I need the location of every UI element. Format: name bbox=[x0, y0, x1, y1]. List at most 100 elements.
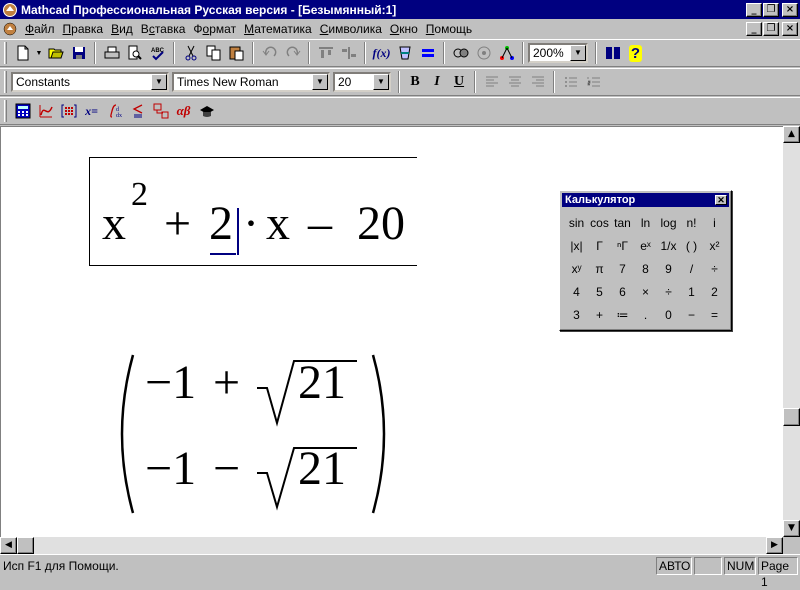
align-right-icon[interactable] bbox=[526, 71, 549, 93]
book-icon[interactable] bbox=[601, 42, 624, 64]
toolbar-grip[interactable] bbox=[4, 71, 7, 93]
numbering-icon[interactable] bbox=[582, 71, 605, 93]
palette-square[interactable]: x² bbox=[703, 234, 726, 257]
menu-edit[interactable]: Правка bbox=[59, 22, 108, 36]
coefficient[interactable]: 2 bbox=[209, 196, 233, 251]
doc-close-button[interactable]: × bbox=[782, 21, 798, 36]
open-icon[interactable] bbox=[44, 42, 67, 64]
network-icon[interactable] bbox=[495, 42, 518, 64]
math-expression[interactable]: x 2 + 2 · x – 20 bbox=[102, 158, 420, 265]
calculate-icon[interactable] bbox=[416, 42, 439, 64]
palette-close-icon[interactable]: ✕ bbox=[715, 195, 727, 205]
horizontal-scroll-thumb[interactable] bbox=[17, 537, 34, 554]
calculator-palette[interactable]: Калькулятор ✕ sin cos tan ln log n! i |x… bbox=[559, 190, 732, 331]
menu-help[interactable]: Помощь bbox=[422, 22, 476, 36]
palette-5[interactable]: 5 bbox=[588, 280, 611, 303]
result-matrix[interactable]: −1 + 21 −1 − 21 bbox=[117, 353, 389, 515]
toolbar-grip[interactable] bbox=[4, 100, 7, 122]
copy-icon[interactable] bbox=[202, 42, 225, 64]
insert-unit-icon[interactable] bbox=[393, 42, 416, 64]
calculus-palette-icon[interactable]: d dx bbox=[103, 100, 126, 122]
doc-minimize-button[interactable]: _ bbox=[746, 21, 762, 36]
document-menu-icon[interactable] bbox=[3, 22, 17, 36]
chevron-down-icon[interactable]: ▼ bbox=[312, 74, 328, 90]
scroll-up-icon[interactable]: ▲ bbox=[783, 126, 800, 143]
palette-sin[interactable]: sin bbox=[565, 211, 588, 234]
palette-imaginary[interactable]: i bbox=[703, 211, 726, 234]
scroll-right-icon[interactable]: ▶ bbox=[766, 537, 783, 554]
scroll-thumb[interactable] bbox=[783, 408, 800, 426]
palette-exp[interactable]: eˣ bbox=[634, 234, 657, 257]
new-doc-icon[interactable] bbox=[11, 42, 34, 64]
menu-view[interactable]: Вид bbox=[107, 22, 137, 36]
vertical-scrollbar[interactable]: ▲ ▼ bbox=[783, 126, 800, 537]
new-dropdown-arrow-icon[interactable]: ▼ bbox=[34, 42, 44, 64]
horizontal-scrollbar[interactable]: ◀ ▶ bbox=[0, 537, 783, 554]
toolbar-grip[interactable] bbox=[4, 42, 7, 64]
palette-cos[interactable]: cos bbox=[588, 211, 611, 234]
palette-abs[interactable]: |x| bbox=[565, 234, 588, 257]
align-left-icon[interactable] bbox=[480, 71, 503, 93]
palette-sqrt[interactable]: Γ bbox=[588, 234, 611, 257]
close-button[interactable]: × bbox=[782, 2, 798, 17]
worksheet[interactable]: x 2 + 2 · x – 20 −1 + 21 −1 − 21 bbox=[0, 126, 783, 537]
scroll-down-icon[interactable]: ▼ bbox=[783, 520, 800, 537]
restore-button[interactable]: ❐ bbox=[763, 2, 779, 17]
align-down-icon[interactable] bbox=[337, 42, 360, 64]
palette-tan[interactable]: tan bbox=[611, 211, 634, 234]
menu-symbolics[interactable]: Символика bbox=[316, 22, 386, 36]
palette-2[interactable]: 2 bbox=[703, 280, 726, 303]
palette-1[interactable]: 1 bbox=[680, 280, 703, 303]
align-top-icon[interactable] bbox=[314, 42, 337, 64]
palette-7[interactable]: 7 bbox=[611, 257, 634, 280]
selected-region[interactable]: x 2 + 2 · x – 20 bbox=[89, 157, 417, 266]
palette-pi[interactable]: π bbox=[588, 257, 611, 280]
bold-button[interactable]: B bbox=[404, 71, 426, 93]
palette-equals[interactable]: = bbox=[703, 303, 726, 326]
chevron-down-icon[interactable]: ▼ bbox=[373, 74, 389, 90]
palette-reciprocal[interactable]: 1/x bbox=[657, 234, 680, 257]
component-icon[interactable] bbox=[449, 42, 472, 64]
palette-nth-root[interactable]: ⁿΓ bbox=[611, 234, 634, 257]
palette-division[interactable]: ÷ bbox=[657, 280, 680, 303]
palette-log[interactable]: log bbox=[657, 211, 680, 234]
bullets-icon[interactable] bbox=[559, 71, 582, 93]
palette-minus[interactable]: − bbox=[680, 303, 703, 326]
palette-4[interactable]: 4 bbox=[565, 280, 588, 303]
palette-title-bar[interactable]: Калькулятор ✕ bbox=[562, 193, 729, 207]
minimize-button[interactable]: _ bbox=[746, 2, 762, 17]
palette-multiply[interactable]: × bbox=[634, 280, 657, 303]
palette-9[interactable]: 9 bbox=[657, 257, 680, 280]
paste-icon[interactable] bbox=[225, 42, 248, 64]
menu-format[interactable]: Формат bbox=[189, 22, 240, 36]
palette-parentheses[interactable]: ( ) bbox=[680, 234, 703, 257]
palette-define[interactable]: ≔ bbox=[611, 303, 634, 326]
menu-window[interactable]: Окно bbox=[386, 22, 422, 36]
scroll-left-icon[interactable]: ◀ bbox=[0, 537, 17, 554]
palette-3[interactable]: 3 bbox=[565, 303, 588, 326]
insert-function-icon[interactable]: f(x) bbox=[370, 42, 393, 64]
print-preview-icon[interactable] bbox=[123, 42, 146, 64]
underline-button[interactable]: U bbox=[448, 71, 470, 93]
spell-check-icon[interactable]: ABC bbox=[146, 42, 169, 64]
font-select[interactable]: Times New Roman ▼ bbox=[172, 72, 330, 92]
resource-icon[interactable] bbox=[472, 42, 495, 64]
align-center-icon[interactable] bbox=[503, 71, 526, 93]
redo-icon[interactable] bbox=[281, 42, 304, 64]
menu-insert[interactable]: Вставка bbox=[137, 22, 190, 36]
symbolic-palette-icon[interactable] bbox=[195, 100, 218, 122]
chevron-down-icon[interactable]: ▼ bbox=[570, 45, 586, 61]
palette-8[interactable]: 8 bbox=[634, 257, 657, 280]
menu-math[interactable]: Математика bbox=[240, 22, 316, 36]
palette-6[interactable]: 6 bbox=[611, 280, 634, 303]
doc-restore-button[interactable]: ❐ bbox=[763, 21, 779, 36]
zoom-select[interactable]: 200% ▼ bbox=[528, 43, 588, 63]
font-size-select[interactable]: 20 ▼ bbox=[333, 72, 391, 92]
print-icon[interactable] bbox=[100, 42, 123, 64]
matrix-palette-icon[interactable] bbox=[57, 100, 80, 122]
palette-inline-divide[interactable]: ÷ bbox=[703, 257, 726, 280]
palette-factorial[interactable]: n! bbox=[680, 211, 703, 234]
italic-button[interactable]: I bbox=[426, 71, 448, 93]
boolean-palette-icon[interactable] bbox=[126, 100, 149, 122]
palette-0[interactable]: 0 bbox=[657, 303, 680, 326]
